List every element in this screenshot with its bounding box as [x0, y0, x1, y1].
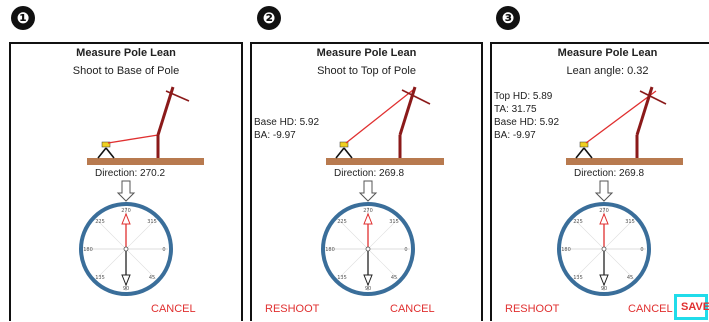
compass-dial: 270 315 0 45 90 135 180 225 — [321, 180, 415, 296]
compass-label-n: 270 — [121, 208, 131, 214]
laser-line — [345, 89, 414, 144]
compass-label-se: 45 — [627, 275, 633, 281]
reshoot-button[interactable]: RESHOOT — [505, 303, 559, 315]
compass-dial: 270 315 0 45 90 135 180 225 — [79, 180, 173, 296]
compass-label-nw: 225 — [573, 219, 583, 225]
compass-label-nw: 225 — [95, 219, 105, 225]
compass-label-n: 270 — [599, 208, 609, 214]
compass-label-s: 90 — [601, 286, 607, 292]
pole-diagram — [87, 86, 204, 165]
compass-dial: 270 315 0 45 90 135 180 225 — [557, 180, 651, 296]
screen-lean-result: Measure Pole Lean Lean angle: 0.32 Top H… — [490, 42, 709, 321]
pole-upper — [635, 86, 654, 136]
pole-upper — [156, 86, 175, 136]
screen-shoot-base: Measure Pole Lean Shoot to Base of Pole … — [9, 42, 243, 321]
compass-label-sw: 135 — [337, 275, 347, 281]
compass-label-s: 90 — [123, 286, 129, 292]
step-1-badge: ❶ — [11, 6, 35, 30]
compass-label-w: 180 — [561, 247, 571, 253]
save-button[interactable]: SAVE — [681, 301, 709, 313]
cancel-button[interactable]: CANCEL — [390, 303, 435, 315]
direction-pointer-icon — [594, 180, 614, 202]
screen-shoot-top: Measure Pole Lean Shoot to Top of Pole B… — [250, 42, 483, 321]
ground-bar — [566, 158, 683, 165]
reshoot-button[interactable]: RESHOOT — [265, 303, 319, 315]
compass-label-e: 0 — [640, 247, 643, 253]
ground-bar — [326, 158, 444, 165]
compass-label-se: 45 — [149, 275, 155, 281]
direction-readout: Direction: 269.8 — [574, 168, 645, 179]
laser-line — [107, 134, 159, 144]
compass-label-ne: 315 — [147, 219, 157, 225]
compass-label-s: 90 — [365, 286, 371, 292]
compass-label-sw: 135 — [573, 275, 583, 281]
cancel-button[interactable]: CANCEL — [628, 303, 673, 315]
direction-readout: Direction: 270.2 — [95, 168, 166, 179]
compass-label-e: 0 — [162, 247, 165, 253]
direction-readout: Direction: 269.8 — [334, 168, 405, 179]
step-2-badge: ❷ — [257, 6, 281, 30]
compass-label-e: 0 — [404, 247, 407, 253]
direction-pointer-icon — [116, 180, 136, 202]
survey-tripod — [575, 141, 593, 159]
step-3-badge: ❸ — [496, 6, 520, 30]
direction-pointer-icon — [358, 180, 378, 202]
compass-label-se: 45 — [391, 275, 397, 281]
compass-label-sw: 135 — [95, 275, 105, 281]
compass-label-w: 180 — [325, 247, 335, 253]
compass-label-n: 270 — [363, 208, 373, 214]
pole-diagram — [566, 86, 683, 165]
compass-label-ne: 315 — [625, 219, 635, 225]
survey-tripod — [335, 141, 353, 159]
cancel-button[interactable]: CANCEL — [151, 303, 196, 315]
compass-label-nw: 225 — [337, 219, 347, 225]
ground-bar — [87, 158, 204, 165]
survey-tripod — [97, 141, 115, 159]
pole-crossarm — [401, 89, 431, 105]
laser-line — [585, 90, 657, 144]
compass-label-ne: 315 — [389, 219, 399, 225]
compass-label-w: 180 — [83, 247, 93, 253]
pole-diagram — [326, 86, 444, 165]
